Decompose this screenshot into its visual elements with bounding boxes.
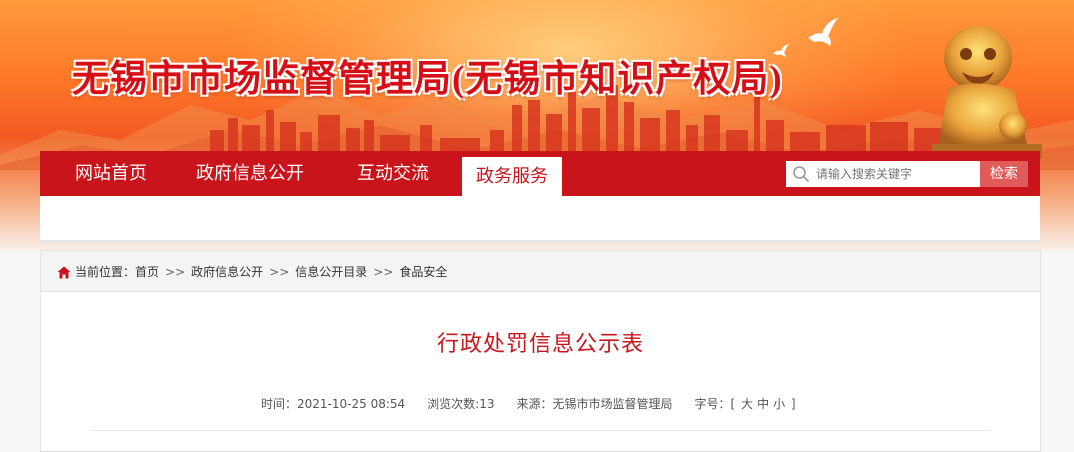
font-size-medium[interactable]: 中 [757, 397, 769, 411]
search-input[interactable] [786, 161, 980, 187]
nav-interaction[interactable]: 互动交流 [338, 151, 448, 196]
article-meta: 时间：2021-10-25 08:54 浏览次数:13 来源：无锡市市场监督管理局 字… [261, 395, 796, 412]
time-value: 2021-10-25 08:54 [297, 397, 406, 411]
breadcrumb-food-safety[interactable]: 食品安全 [399, 251, 447, 293]
article-panel: 当前位置：首页 >> 政府信息公开 >> 信息公开目录 >> 食品安全 行政处罚信息公示表 … [40, 250, 1041, 452]
breadcrumb-home[interactable]: 首页 [135, 251, 159, 293]
source-label: 来源： [516, 397, 553, 411]
sub-nav-bar [40, 196, 1040, 243]
breadcrumb-separator: >> [373, 265, 394, 279]
site-title: 无锡市市场监督管理局(无锡市知识产权局) [72, 59, 783, 100]
nav-services[interactable]: 政务服务 [462, 157, 562, 196]
time-label: 时间： [261, 397, 298, 411]
font-size-control: 字号：[ 大中小 ] [695, 397, 796, 411]
search-button[interactable]: 检索 [980, 161, 1028, 187]
breadcrumb: 当前位置：首页 >> 政府信息公开 >> 信息公开目录 >> 食品安全 [41, 251, 1040, 292]
main-nav: 网站首页 政府信息公开 互动交流 政务服务 检索 [40, 151, 1040, 196]
source-value: 无锡市市场监督管理局 [552, 397, 673, 411]
font-size-label: 字号： [694, 397, 731, 411]
nav-gov-info[interactable]: 政府信息公开 [180, 151, 320, 196]
breadcrumb-gov-info[interactable]: 政府信息公开 [191, 251, 263, 293]
views-count: 13 [479, 397, 495, 411]
breadcrumb-catalog[interactable]: 信息公开目录 [295, 251, 367, 293]
nav-home[interactable]: 网站首页 [52, 151, 170, 196]
font-size-large[interactable]: 大 [741, 397, 753, 411]
font-size-small[interactable]: 小 [773, 397, 785, 411]
home-icon [57, 266, 71, 279]
article-title: 行政处罚信息公示表 [436, 332, 644, 357]
small-dove-icon [773, 44, 789, 57]
lion-statue-icon [932, 26, 1042, 158]
breadcrumb-trail: 当前位置：首页 >> 政府信息公开 >> 信息公开目录 >> 食品安全 [75, 251, 447, 291]
font-size-close-bracket: ] [790, 397, 796, 411]
dove-icon [808, 18, 838, 46]
font-size-open-bracket: [ [730, 397, 736, 411]
divider [91, 430, 991, 431]
breadcrumb-separator: >> [269, 265, 290, 279]
breadcrumb-separator: >> [165, 265, 186, 279]
breadcrumb-prefix: 当前位置： [75, 265, 136, 279]
search-icon [793, 166, 809, 182]
views-label: 浏览次数: [427, 397, 480, 411]
